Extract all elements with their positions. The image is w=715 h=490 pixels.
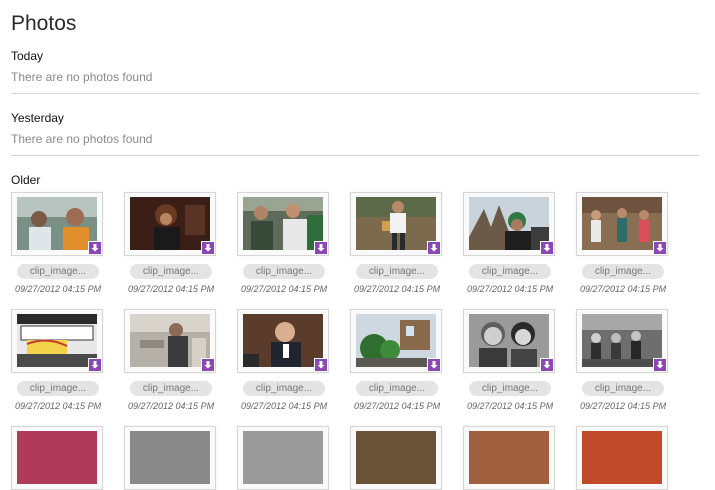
photo-thumbnail[interactable] xyxy=(582,197,662,250)
photo-thumbnail-frame[interactable] xyxy=(124,309,216,373)
photo-thumbnail-frame[interactable] xyxy=(576,426,668,490)
photo-name-pill[interactable]: clip_image... xyxy=(17,381,99,396)
photo-name-pill[interactable]: clip_image... xyxy=(582,264,664,279)
photo-thumbnail[interactable] xyxy=(582,431,662,484)
photo-thumbnail[interactable] xyxy=(356,431,436,484)
photo-thumbnail-frame[interactable] xyxy=(124,192,216,256)
photo-name-pill[interactable]: clip_image... xyxy=(582,381,664,396)
photo-thumbnail[interactable] xyxy=(582,314,662,367)
download-icon[interactable] xyxy=(427,241,441,255)
section-heading-yesterday: Yesterday xyxy=(11,111,64,125)
download-icon[interactable] xyxy=(653,358,667,372)
photo-date: 09/27/2012 04:15 PM xyxy=(128,284,215,294)
photo-grid: clip_image... 09/27/2012 04:15 PM clip_i… xyxy=(11,192,711,490)
photo-thumbnail-frame[interactable] xyxy=(11,192,103,256)
photo-thumbnail-frame[interactable] xyxy=(11,426,103,490)
photo-date: 09/27/2012 04:15 PM xyxy=(467,284,554,294)
download-icon[interactable] xyxy=(88,358,102,372)
photo-date: 09/27/2012 04:15 PM xyxy=(354,401,441,411)
photo-name-pill[interactable]: clip_image... xyxy=(17,264,99,279)
photo-thumbnail-frame[interactable] xyxy=(11,309,103,373)
photo-thumbnail[interactable] xyxy=(17,431,97,484)
photo-name-pill[interactable]: clip_image... xyxy=(356,381,438,396)
photo-thumbnail[interactable] xyxy=(243,197,323,250)
empty-message-today: There are no photos found xyxy=(11,70,153,84)
photo-thumbnail-frame[interactable] xyxy=(463,192,555,256)
page-title: Photos xyxy=(11,12,77,35)
download-icon[interactable] xyxy=(201,241,215,255)
photo-thumbnail[interactable] xyxy=(130,431,210,484)
download-icon[interactable] xyxy=(653,241,667,255)
empty-message-yesterday: There are no photos found xyxy=(11,132,153,146)
photo-name-pill[interactable]: clip_image... xyxy=(243,264,325,279)
photo-thumbnail-frame[interactable] xyxy=(237,192,329,256)
photo-thumbnail[interactable] xyxy=(243,314,323,367)
photo-thumbnail-frame[interactable] xyxy=(124,426,216,490)
divider xyxy=(11,93,699,94)
photo-date: 09/27/2012 04:15 PM xyxy=(15,284,102,294)
photo-thumbnail[interactable] xyxy=(356,197,436,250)
photo-date: 09/27/2012 04:15 PM xyxy=(15,401,102,411)
download-icon[interactable] xyxy=(427,358,441,372)
download-icon[interactable] xyxy=(314,241,328,255)
photo-name-pill[interactable]: clip_image... xyxy=(469,381,551,396)
photo-thumbnail[interactable] xyxy=(17,314,97,367)
photo-name-pill[interactable]: clip_image... xyxy=(356,264,438,279)
photo-thumbnail-frame[interactable] xyxy=(350,192,442,256)
photo-name-pill[interactable]: clip_image... xyxy=(243,381,325,396)
photo-thumbnail-frame[interactable] xyxy=(237,426,329,490)
photo-date: 09/27/2012 04:15 PM xyxy=(241,401,328,411)
photo-thumbnail[interactable] xyxy=(130,314,210,367)
photo-name-pill[interactable]: clip_image... xyxy=(469,264,551,279)
section-heading-older: Older xyxy=(11,173,41,187)
photo-date: 09/27/2012 04:15 PM xyxy=(241,284,328,294)
photo-date: 09/27/2012 04:15 PM xyxy=(128,401,215,411)
download-icon[interactable] xyxy=(314,358,328,372)
photo-date: 09/27/2012 04:15 PM xyxy=(580,401,667,411)
photo-thumbnail-frame[interactable] xyxy=(350,309,442,373)
section-heading-today: Today xyxy=(11,49,44,63)
download-icon[interactable] xyxy=(540,241,554,255)
photo-thumbnail-frame[interactable] xyxy=(576,309,668,373)
photo-date: 09/27/2012 04:15 PM xyxy=(580,284,667,294)
photo-thumbnail-frame[interactable] xyxy=(350,426,442,490)
photo-thumbnail[interactable] xyxy=(469,197,549,250)
photo-thumbnail-frame[interactable] xyxy=(237,309,329,373)
photo-thumbnail[interactable] xyxy=(130,197,210,250)
download-icon[interactable] xyxy=(540,358,554,372)
photo-thumbnail[interactable] xyxy=(243,431,323,484)
divider xyxy=(11,155,699,156)
photo-thumbnail[interactable] xyxy=(17,197,97,250)
photo-thumbnail[interactable] xyxy=(356,314,436,367)
photo-thumbnail-frame[interactable] xyxy=(576,192,668,256)
photo-name-pill[interactable]: clip_image... xyxy=(130,264,212,279)
photo-name-pill[interactable]: clip_image... xyxy=(130,381,212,396)
photo-date: 09/27/2012 04:15 PM xyxy=(354,284,441,294)
photo-thumbnail-frame[interactable] xyxy=(463,309,555,373)
photo-thumbnail[interactable] xyxy=(469,431,549,484)
photo-thumbnail-frame[interactable] xyxy=(463,426,555,490)
photo-date: 09/27/2012 04:15 PM xyxy=(467,401,554,411)
download-icon[interactable] xyxy=(88,241,102,255)
photo-thumbnail[interactable] xyxy=(469,314,549,367)
download-icon[interactable] xyxy=(201,358,215,372)
